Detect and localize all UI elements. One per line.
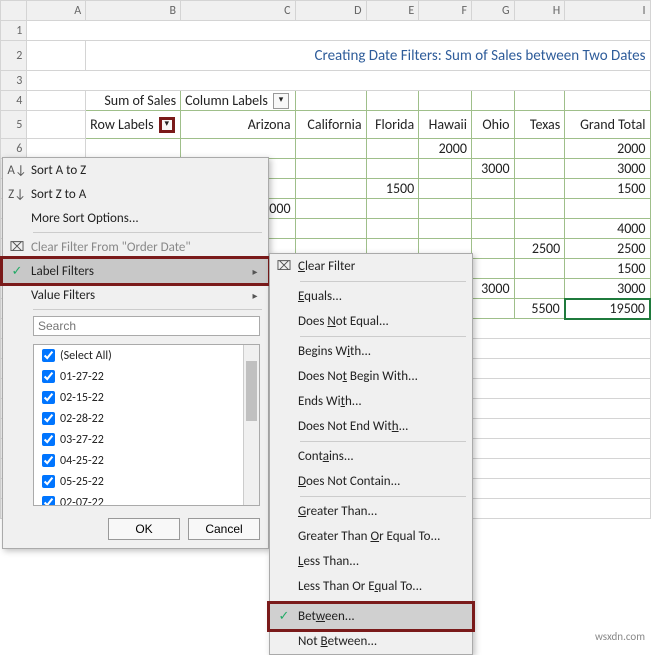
cell[interactable]: 5500: [514, 299, 565, 319]
ends-with[interactable]: Ends With...: [270, 389, 472, 414]
sort-a-to-z[interactable]: A↓ Sort A to Z: [3, 158, 268, 182]
cell[interactable]: 3000: [471, 159, 514, 179]
cell[interactable]: 3000: [565, 279, 650, 299]
cell[interactable]: 3000: [565, 159, 650, 179]
col-E[interactable]: E: [366, 1, 419, 21]
cell[interactable]: 3000: [471, 279, 514, 299]
list-item: (Select All): [34, 345, 259, 366]
begins-with[interactable]: Begins With...: [270, 339, 472, 364]
col-H[interactable]: H: [514, 1, 565, 21]
row-labels-text: Row Labels: [90, 116, 153, 133]
sort-desc-icon: Z↓: [3, 187, 31, 202]
value-filters[interactable]: Value Filters ▸: [3, 283, 268, 307]
cell[interactable]: 4000: [565, 219, 650, 239]
checkbox[interactable]: [42, 391, 55, 404]
does-not-begin-with[interactable]: Does Not Begin With...: [270, 364, 472, 389]
col-G[interactable]: G: [471, 1, 514, 21]
checkbox[interactable]: [42, 370, 55, 383]
scrollbar[interactable]: [243, 345, 259, 505]
equals[interactable]: Equals...: [270, 284, 472, 309]
col-D[interactable]: D: [295, 1, 366, 21]
grand-total-col[interactable]: Grand Total: [565, 111, 650, 139]
list-item: 02-07-22: [34, 492, 259, 506]
list-item: 02-15-22: [34, 387, 259, 408]
not-between[interactable]: Not Between...: [270, 629, 472, 654]
contains[interactable]: Contains...: [270, 444, 472, 469]
sort-asc-icon: A↓: [3, 163, 31, 178]
state-florida[interactable]: Florida: [366, 111, 419, 139]
list-item: 03-27-22: [34, 429, 259, 450]
clear-filter-icon: ⌧: [270, 259, 298, 274]
corner-cell[interactable]: [1, 1, 27, 21]
filter-items-list[interactable]: (Select All) 01-27-22 02-15-22 02-28-22 …: [33, 344, 260, 506]
col-C[interactable]: C: [181, 1, 295, 21]
col-I[interactable]: I: [565, 1, 650, 21]
label-filters[interactable]: ✓ Label Filters ▸: [3, 259, 268, 283]
row-labels[interactable]: Row Labels ▾: [86, 111, 181, 139]
greater-than[interactable]: Greater Than...: [270, 499, 472, 524]
cell[interactable]: 1500: [565, 259, 650, 279]
state-texas[interactable]: Texas: [514, 111, 565, 139]
checkbox[interactable]: [42, 433, 55, 446]
clear-filter[interactable]: ⌧ Clear Filter: [270, 254, 472, 279]
checkbox[interactable]: [42, 349, 55, 362]
cell[interactable]: 1500: [565, 179, 650, 199]
column-labels[interactable]: Column Labels ▾: [181, 91, 295, 111]
list-item: 01-27-22: [34, 366, 259, 387]
chevron-right-icon: ▸: [248, 265, 262, 278]
clear-filter-icon: ⌧: [3, 240, 31, 255]
list-item: 02-28-22: [34, 408, 259, 429]
greater-than-or-equal[interactable]: Greater Than Or Equal To...: [270, 524, 472, 549]
less-than[interactable]: Less Than...: [270, 549, 472, 574]
cell[interactable]: 2000: [419, 139, 472, 159]
col-A[interactable]: A: [27, 1, 86, 21]
checkbox[interactable]: [42, 475, 55, 488]
less-than-or-equal[interactable]: Less Than Or Equal To...: [270, 574, 472, 599]
checkbox[interactable]: [42, 412, 55, 425]
cell[interactable]: 1500: [366, 179, 419, 199]
row-labels-dropdown-icon[interactable]: ▾: [159, 117, 175, 133]
cancel-button[interactable]: Cancel: [188, 518, 260, 540]
list-item: 04-25-22: [34, 450, 259, 471]
watermark: wsxdn.com: [595, 630, 645, 643]
row-labels-context-menu: A↓ Sort A to Z Z↓ Sort Z to A More Sort …: [2, 157, 269, 549]
chevron-right-icon: ▸: [248, 289, 262, 302]
column-labels-text: Column Labels: [185, 92, 268, 109]
check-icon: ✓: [3, 264, 31, 279]
more-sort-options[interactable]: More Sort Options...: [3, 206, 268, 230]
col-F[interactable]: F: [419, 1, 472, 21]
sum-of-sales-label[interactable]: Sum of Sales: [86, 91, 181, 111]
cell[interactable]: 2500: [514, 239, 565, 259]
does-not-equal[interactable]: Does Not Equal...: [270, 309, 472, 334]
check-icon: ✓: [270, 609, 298, 624]
state-california[interactable]: California: [295, 111, 366, 139]
state-ohio[interactable]: Ohio: [471, 111, 514, 139]
label-filters-submenu: ⌧ Clear Filter Equals... Does Not Equal.…: [269, 253, 473, 655]
list-item: 05-25-22: [34, 471, 259, 492]
sort-z-to-a[interactable]: Z↓ Sort Z to A: [3, 182, 268, 206]
does-not-contain[interactable]: Does Not Contain...: [270, 469, 472, 494]
checkbox[interactable]: [42, 496, 55, 506]
state-arizona[interactable]: Arizona: [181, 111, 295, 139]
state-hawaii[interactable]: Hawaii: [419, 111, 472, 139]
search-input[interactable]: [33, 316, 260, 336]
cell[interactable]: 2500: [565, 239, 650, 259]
selected-cell[interactable]: 19500: [565, 299, 650, 319]
column-labels-dropdown-icon[interactable]: ▾: [273, 93, 289, 109]
clear-filter-from[interactable]: ⌧ Clear Filter From "Order Date": [3, 235, 268, 259]
checkbox[interactable]: [42, 454, 55, 467]
does-not-end-with[interactable]: Does Not End With...: [270, 414, 472, 439]
page-title: Creating Date Filters: Sum of Sales betw…: [86, 41, 650, 71]
cell[interactable]: 2000: [565, 139, 650, 159]
col-B[interactable]: B: [86, 1, 181, 21]
ok-button[interactable]: OK: [108, 518, 180, 540]
between[interactable]: ✓ Between...: [270, 604, 472, 629]
